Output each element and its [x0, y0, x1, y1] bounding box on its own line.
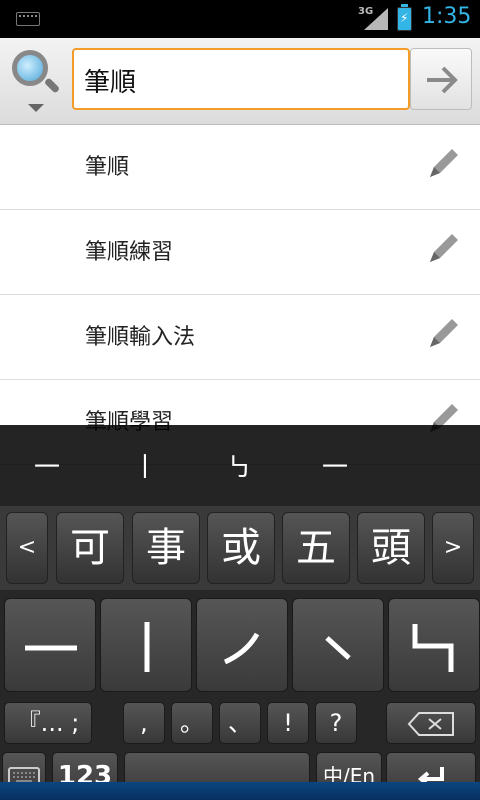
stroke-key-left-falling[interactable] [196, 598, 288, 692]
candidate-bar: < 可 事 或 五 頭 > [0, 506, 480, 590]
symbols-key[interactable]: 『... ; [4, 702, 92, 744]
suggestion-text: 筆順 [85, 155, 130, 180]
keyboard-notification-icon [16, 12, 40, 26]
suggestion-text: 筆順練習 [85, 240, 174, 265]
edit-query-icon[interactable] [426, 317, 460, 351]
candidate-item[interactable]: 或 [207, 512, 275, 584]
edit-query-icon[interactable] [426, 232, 460, 266]
keyboard-bottom-edge [0, 782, 480, 800]
suggestion-item[interactable]: 筆順 [0, 125, 480, 210]
search-icon [12, 50, 48, 86]
candidate-item[interactable]: 可 [56, 512, 124, 584]
search-bar: 筆順 [0, 38, 480, 125]
preview-stroke: ㇉ [226, 453, 253, 483]
stroke-key-horizontal[interactable] [4, 598, 96, 692]
stroke-key-turning[interactable] [388, 598, 480, 692]
candidate-item[interactable]: 五 [282, 512, 350, 584]
candidate-prev-button[interactable]: < [6, 512, 48, 584]
suggestion-item[interactable]: 筆順練習 [0, 210, 480, 295]
search-input[interactable]: 筆順 [72, 48, 410, 110]
signal-strength-icon [364, 8, 388, 30]
status-bar: 3G ⚡ 1:35 [0, 0, 480, 38]
dropdown-triangle-icon [28, 104, 44, 112]
candidate-item[interactable]: 頭 [357, 512, 425, 584]
turning-stroke-icon [412, 624, 454, 672]
arrow-right-icon [427, 66, 458, 94]
candidate-item[interactable]: 事 [132, 512, 200, 584]
search-go-button[interactable] [410, 48, 472, 110]
dot-stroke-icon [325, 636, 351, 660]
stroke-key-vertical[interactable] [100, 598, 192, 692]
search-icon-handle [43, 77, 61, 94]
status-clock: 1:35 [422, 4, 472, 29]
stroke-keyboard: 『... ; , 。 、 ! ? 123 中/En [0, 590, 480, 800]
battery-charging-icon: ⚡ [397, 4, 412, 31]
comma-key[interactable]: , [123, 702, 165, 744]
suggestion-item[interactable]: 筆順輸入法 [0, 295, 480, 380]
enumeration-comma-key[interactable]: 、 [219, 702, 261, 744]
question-key[interactable]: ? [315, 702, 357, 744]
preview-stroke: 丨 [132, 453, 159, 483]
edit-query-icon[interactable] [426, 147, 460, 181]
backspace-icon [407, 712, 454, 736]
backspace-key[interactable] [386, 702, 476, 744]
period-key[interactable]: 。 [171, 702, 213, 744]
preview-stroke: 一 [322, 453, 349, 483]
vertical-stroke-icon [144, 622, 150, 672]
suggestion-text: 筆順輸入法 [85, 325, 196, 350]
preview-stroke: 一 [34, 453, 61, 483]
stroke-key-dot[interactable] [292, 598, 384, 692]
candidate-next-button[interactable]: > [432, 512, 474, 584]
exclamation-key[interactable]: ! [267, 702, 309, 744]
left-falling-stroke-icon [223, 632, 260, 665]
stroke-preview-bar: 一 丨 ㇉ 一 [0, 425, 480, 506]
horizontal-stroke-icon [25, 645, 77, 651]
